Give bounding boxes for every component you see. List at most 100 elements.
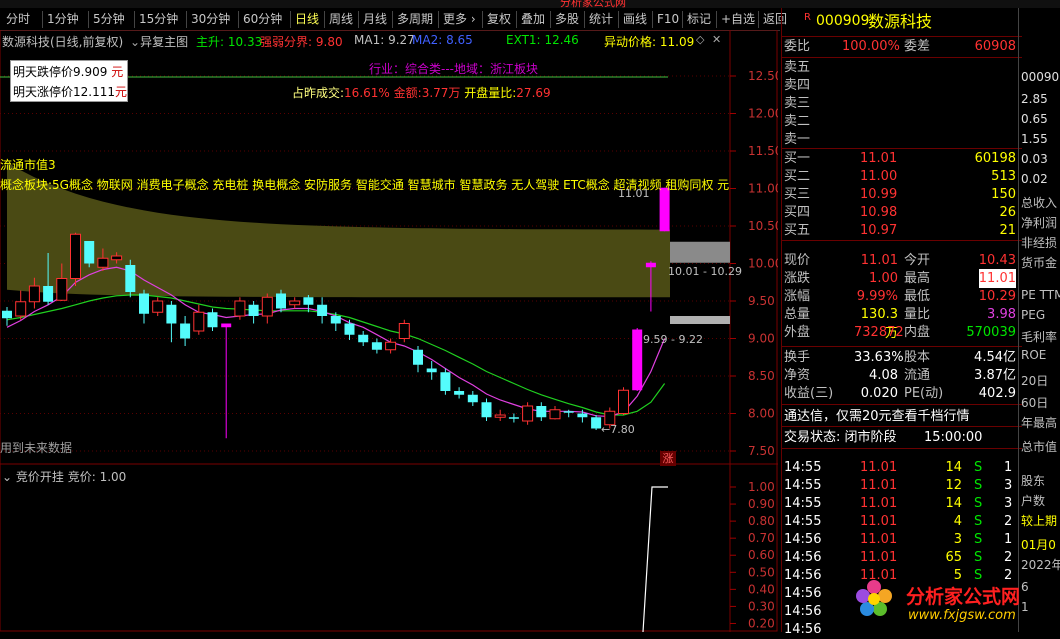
- rp-line-6: [782, 404, 1022, 405]
- toolbar-btn-13[interactable]: 多股: [550, 11, 579, 28]
- y-label-4: 10.50: [748, 219, 778, 233]
- toolbar-btn-15[interactable]: 画线: [618, 11, 647, 28]
- tick-row-4: 14:56 11.01 3 S 1: [784, 532, 1013, 547]
- buy-row-3: 买四 10.98 26: [784, 205, 1016, 220]
- y-label-8: 8.50: [748, 369, 775, 383]
- candle-body-2: [28, 285, 40, 303]
- toolbar-btn-10[interactable]: 更多 ›: [438, 11, 476, 28]
- stat-row-1: 涨跌 1.00 最高 11.01: [784, 269, 1016, 288]
- ext1-indicator: EXT1: 12.46: [506, 33, 579, 47]
- menu-strip-text: 分析家公式网: [560, 0, 626, 8]
- resistance-zone: [670, 241, 730, 263]
- f10-item-17: 总市值: [1021, 440, 1058, 454]
- candle-body-0: [2, 310, 12, 319]
- f10-item-5: 0.02: [1021, 172, 1048, 186]
- buy-row-0: 买一 11.01 60198: [784, 151, 1016, 166]
- f10-item-3: 1.55: [1021, 132, 1048, 146]
- candle-body-30: [413, 349, 423, 365]
- candle-body-1: [15, 301, 27, 317]
- sub-y-label-5: 0.50: [748, 565, 775, 579]
- formula-name[interactable]: ⌄异复主图: [130, 33, 188, 50]
- chart-stock-title: 数源科技(日线,前复权): [2, 35, 124, 49]
- candle-body-40: [549, 409, 561, 420]
- candle-body-41: [563, 411, 574, 413]
- rp-line-5: [782, 346, 1022, 347]
- close-icon[interactable]: ✕: [712, 33, 721, 46]
- candle-body-14: [193, 311, 205, 332]
- ma1-indicator: MA1: 9.27: [354, 33, 415, 47]
- sub-y-label-6: 0.40: [748, 582, 775, 596]
- candle-body-11: [152, 300, 164, 313]
- candle-body-29: [398, 323, 410, 339]
- stat-row-4: 外盘 732872 内盘 570039: [784, 325, 1016, 340]
- y-label-0: 12.50: [748, 69, 778, 83]
- y-label-2: 11.50: [748, 144, 778, 158]
- toolbar-btn-17[interactable]: 标记: [682, 11, 711, 28]
- candle-body-15: [207, 312, 218, 328]
- sub-dropdown-icon: ⌄: [2, 470, 16, 484]
- f10-item-20: 较上期: [1021, 514, 1058, 528]
- candle-body-19: [261, 296, 273, 317]
- toolbar-btn-2[interactable]: 5分钟: [88, 11, 125, 28]
- diamond-icon[interactable]: ◇: [696, 33, 704, 46]
- promo-line: 通达信，仅需20元查看千档行情: [784, 409, 970, 424]
- toolbar-btn-7[interactable]: 周线: [324, 11, 353, 28]
- industry-line: 行业：综合类---地域：浙江板块: [369, 62, 538, 76]
- toolbar-btn-9[interactable]: 多周期: [392, 11, 433, 28]
- buy-row-4: 买五 10.97 21: [784, 223, 1016, 238]
- candle-body-16: [221, 323, 232, 328]
- f10-item-14: 20日: [1021, 374, 1049, 388]
- candle-body-7: [97, 257, 109, 268]
- f10-item-0: 00090: [1021, 70, 1060, 84]
- sell-row-2: 卖三: [784, 96, 811, 111]
- up-limit-price: 明天涨停价12.111元: [13, 85, 128, 99]
- y-label-5: 10.00: [748, 257, 778, 271]
- candle-body-25: [344, 323, 355, 335]
- f10-item-2: 0.65: [1021, 112, 1048, 126]
- sub-y-label-2: 0.80: [748, 514, 775, 528]
- sell-row-0: 卖五: [784, 60, 811, 75]
- rp-line-7: [782, 426, 1022, 427]
- main-rise-indicator: 主升: 10.33: [196, 35, 263, 49]
- toolbar-btn-4[interactable]: 30分钟: [186, 11, 230, 28]
- toolbar-btn-5[interactable]: 60分钟: [238, 11, 282, 28]
- kline-chart[interactable]: 12.50 12.00 11.50 11.00 10.50 10.00 9.50 9.00 8.…: [0, 29, 782, 633]
- f10-item-11: PEG: [1021, 308, 1046, 322]
- toolbar-btn-0[interactable]: 分时: [6, 11, 30, 28]
- toolbar-btn-3[interactable]: 15分钟: [134, 11, 178, 28]
- candle-body-22: [303, 297, 314, 305]
- candle-body-18: [248, 304, 259, 316]
- stat2-row-1: 净资 4.08 流通 3.87亿: [784, 368, 1016, 383]
- candle-body-3: [43, 286, 54, 302]
- candle-body-10: [139, 293, 149, 314]
- toolbar-btn-14[interactable]: 统计: [584, 11, 613, 28]
- candle-body-47: [645, 262, 656, 268]
- sub-y-label-4: 0.60: [748, 548, 775, 562]
- sub-y-label-3: 0.70: [748, 531, 775, 545]
- candle-body-33: [454, 391, 465, 395]
- quote-panel: R 000909 数源科技 委比 100.00% 委差 60908 卖五 卖四 卖三 卖二 卖一 买一 1…: [781, 8, 1022, 637]
- stat-row-2: 涨幅 9.99% 最低 10.29: [784, 289, 1016, 304]
- candle-body-4: [56, 278, 68, 301]
- down-limit-price: 明天跌停价9.909 元: [13, 65, 124, 79]
- toolbar-btn-11[interactable]: 复权: [482, 11, 511, 28]
- sub-chart-header[interactable]: ⌄ 竞价开挂 竞价: 1.00: [2, 468, 126, 485]
- toolbar-btn-18[interactable]: +自选: [716, 11, 755, 28]
- y-label-10: 7.50: [748, 444, 775, 458]
- rp-line-4: [782, 240, 1022, 241]
- auction-line: [642, 486, 668, 633]
- toolbar-btn-12[interactable]: 叠加: [516, 11, 545, 28]
- toolbar-btn-1[interactable]: 1分钟: [42, 11, 79, 28]
- prev-volume-line: 占昨成交:16.61% 金额:3.77万 开盘量比:27.69: [292, 86, 551, 100]
- toolbar-btn-6[interactable]: 日线: [290, 11, 319, 28]
- f10-item-9: 货币金: [1021, 256, 1058, 270]
- sub-y-label-7: 0.30: [748, 599, 775, 613]
- candle-body-31: [426, 368, 437, 373]
- watermark-logo: 分析家公式网 www.fxjgsw.com: [848, 578, 1024, 628]
- toolbar-btn-8[interactable]: 月线: [358, 11, 387, 28]
- toolbar-btn-16[interactable]: F10: [652, 11, 679, 28]
- f10-item-12: 毛利率: [1021, 330, 1058, 344]
- high-price-label: 11.01: [618, 187, 650, 200]
- ma2-indicator: MA2: 8.65: [412, 33, 473, 47]
- sub-y-label-1: 0.90: [748, 497, 775, 511]
